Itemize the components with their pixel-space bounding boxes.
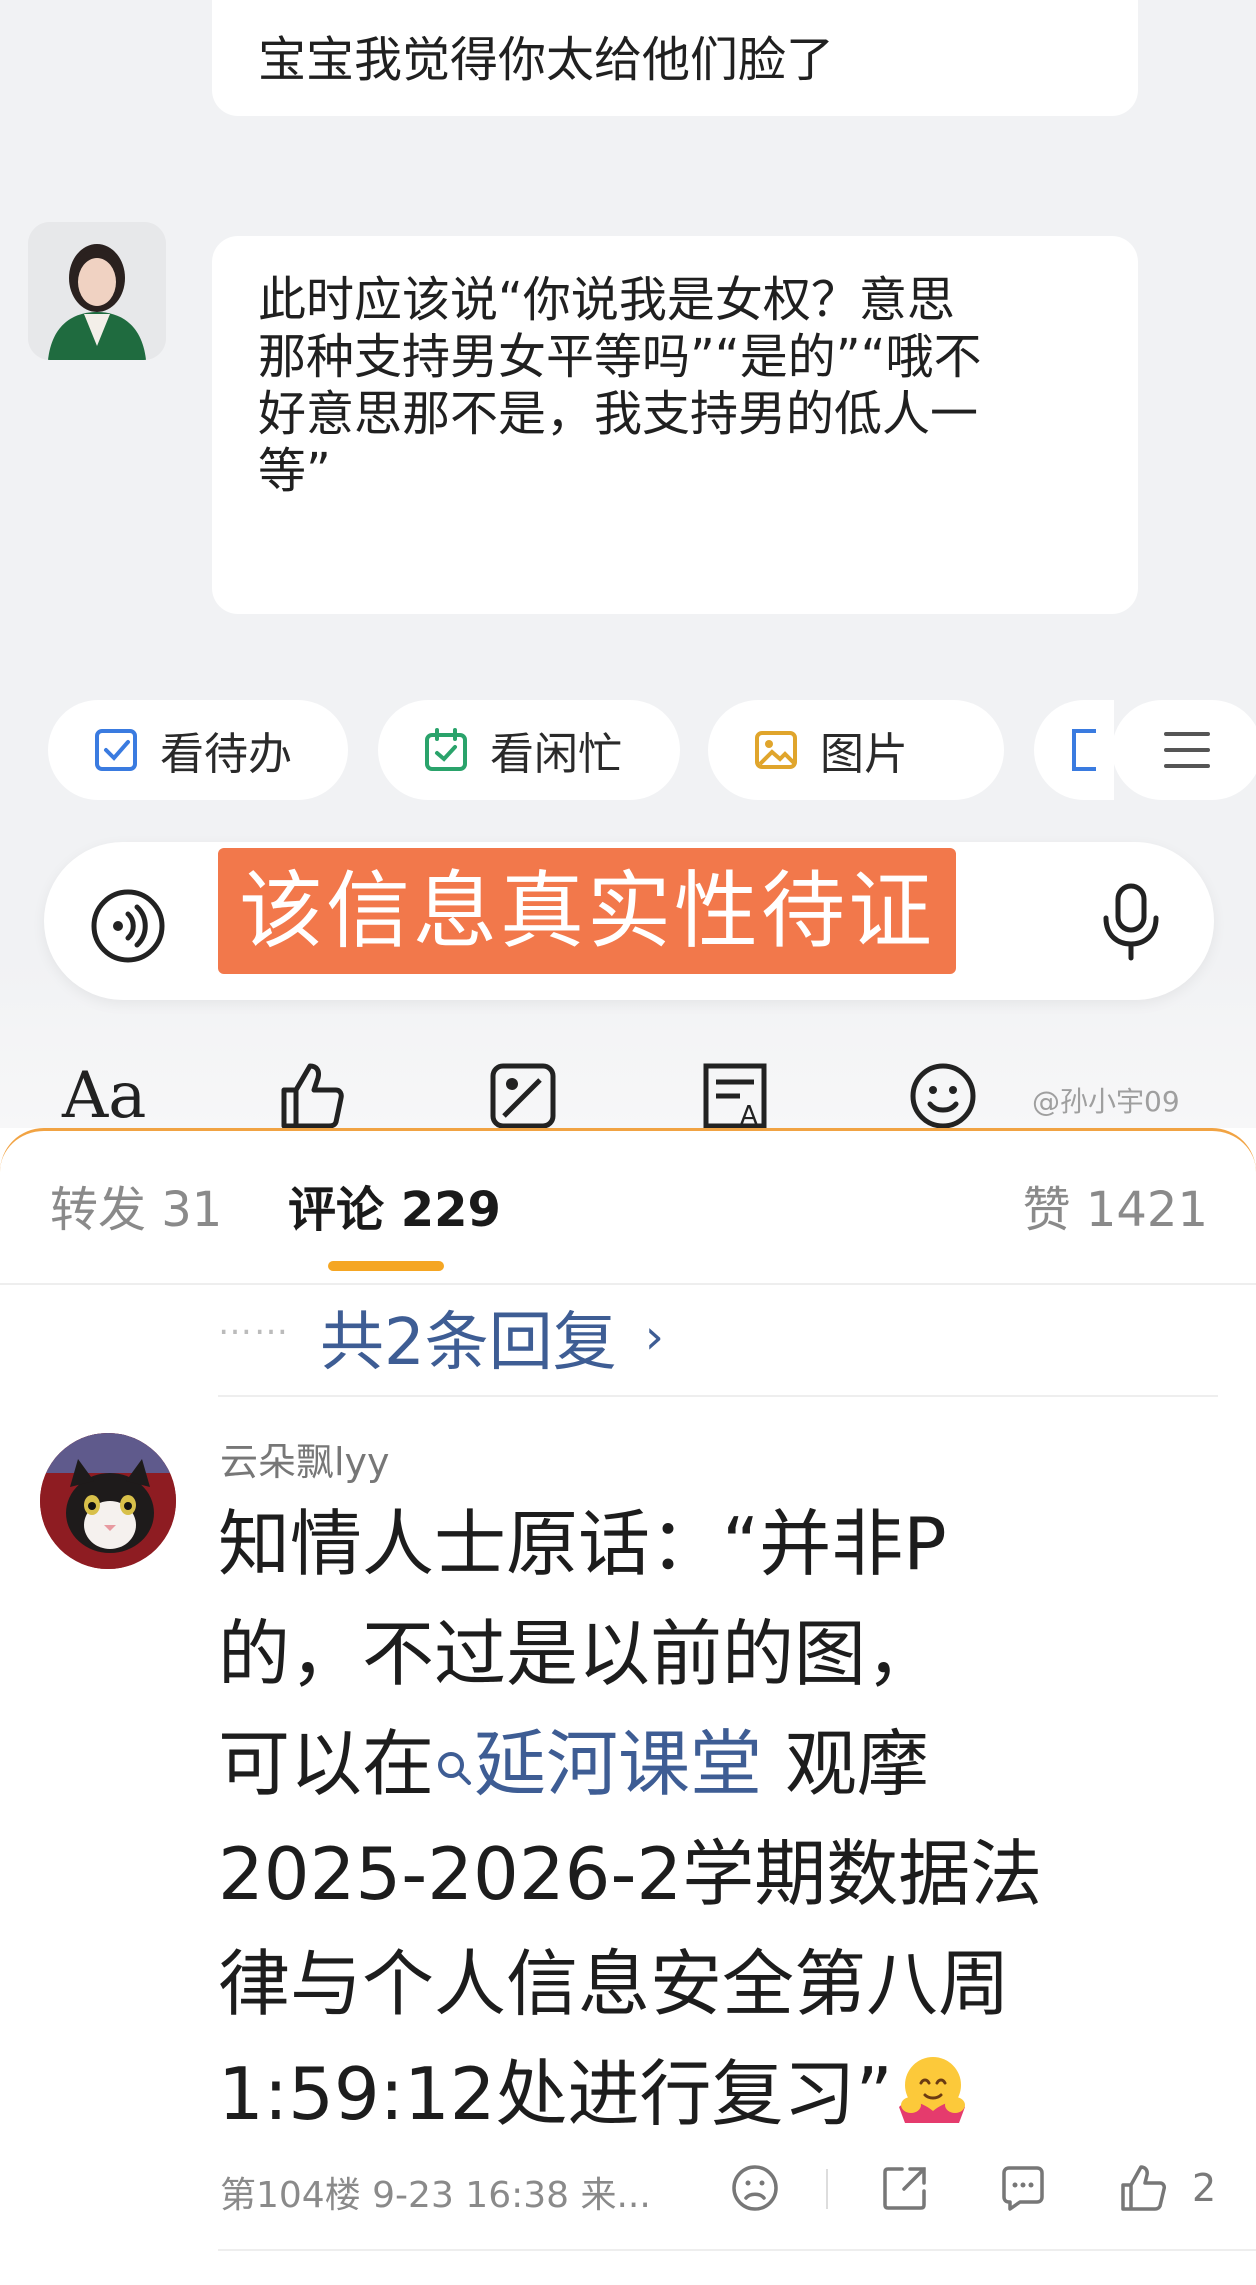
search-icon — [438, 1752, 472, 1785]
comment-text-fragment: 观摩 — [762, 1722, 929, 1806]
comment-line: 1:59:12处进行复习” — [218, 2039, 1218, 2149]
chip-todo[interactable]: 看待办 — [48, 700, 348, 800]
tab-like[interactable]: 赞 1421 — [1023, 1181, 1208, 1239]
comment-text-fragment: 1:59:12处进行复习” — [218, 2052, 893, 2136]
tab-bar: 转发 31 评论 229 赞 1421 — [0, 1131, 1256, 1285]
chat-bubble-text: 宝宝我觉得你太给他们脸了 — [258, 32, 835, 88]
divider — [218, 1395, 1218, 1397]
chevron-right-icon: › — [644, 1309, 664, 1365]
comment-meta: 第104楼 9-23 16:38 来... — [220, 2175, 651, 2216]
voice-icon[interactable] — [90, 888, 166, 964]
watermark: @孙小宇09 — [1032, 1085, 1180, 1118]
comment-line: 的，不过是以前的图， — [218, 1612, 939, 1696]
comment-line: 知情人士原话：“并非P — [218, 1502, 947, 1586]
menu-icon — [1164, 732, 1210, 768]
image-icon — [755, 731, 797, 769]
dislike-face-icon[interactable] — [730, 2163, 780, 2213]
quick-action-chips: 看待办 看闲忙 图片 — [48, 700, 1256, 800]
comment-text: 知情人士原话：“并非P 的，不过是以前的图， 可以在 延河课堂 观摩 2025-2… — [218, 1489, 1218, 2149]
text-scan-icon[interactable]: A — [700, 1060, 770, 1128]
search-link[interactable]: 延河课堂 — [434, 1722, 762, 1806]
thumb-up-icon[interactable] — [276, 1060, 346, 1128]
chat-screenshot: 宝宝我觉得你太给他们脸了 此时应该说“你说我是女权？意思 那种支持男女平等吗”“… — [0, 0, 1256, 1128]
chat-line-1: 此时应该说“你说我是女权？意思 — [258, 272, 955, 328]
chip-partial[interactable] — [1034, 700, 1114, 800]
authenticity-warning-label: 该信息真实性待证 — [218, 848, 956, 974]
chat-line-4: 等” — [258, 443, 331, 499]
avatar[interactable] — [40, 1433, 176, 1569]
active-tab-indicator — [328, 1261, 444, 1271]
view-replies-link[interactable]: …… 共2条回复 › — [218, 1297, 664, 1380]
comment-line: 律与个人信息安全第八周 — [218, 1942, 1011, 2026]
divider — [826, 2169, 828, 2209]
comment-username[interactable]: 云朵飘lyy — [220, 1431, 390, 1486]
replies-dots: …… — [218, 1303, 290, 1343]
calendar-check-icon — [425, 728, 467, 771]
chip-picture-label: 图片 — [820, 729, 908, 780]
svg-text:A: A — [740, 1101, 758, 1128]
emoji-icon[interactable] — [908, 1060, 978, 1128]
checkbox-icon — [95, 729, 137, 771]
edit-image-icon[interactable] — [488, 1060, 558, 1128]
hug-emoji-icon — [898, 2057, 965, 2123]
chip-busy-label: 看闲忙 — [490, 729, 622, 780]
font-size-button[interactable]: Aa — [62, 1060, 146, 1128]
chat-line-3: 好意思那不是，我支持男的低人一 — [258, 386, 979, 442]
replies-count: 共2条回复 — [320, 1306, 617, 1380]
comment-panel: 转发 31 评论 229 赞 1421 …… 共2条回复 › 云朵飘lyy 知情… — [0, 1128, 1256, 2285]
tab-comment[interactable]: 评论 229 — [288, 1181, 501, 1239]
comment-icon[interactable] — [998, 2163, 1048, 2213]
search-link-text: 延河课堂 — [474, 1722, 763, 1806]
mic-icon[interactable] — [1096, 882, 1166, 962]
comment-line: 可以在 延河课堂 观摩 — [218, 1709, 1218, 1819]
like-count: 2 — [1192, 2166, 1217, 2210]
tab-repost[interactable]: 转发 31 — [50, 1181, 222, 1239]
chip-more[interactable] — [1112, 700, 1256, 800]
chat-bubble-previous: 宝宝我觉得你太给他们脸了 — [212, 0, 1138, 116]
thumb-up-icon[interactable] — [1118, 2163, 1168, 2213]
chat-bubble-reply: 此时应该说“你说我是女权？意思 那种支持男女平等吗”“是的”“哦不 好意思那不是… — [212, 236, 1138, 614]
chip-busy[interactable]: 看闲忙 — [378, 700, 680, 800]
chip-picture[interactable]: 图片 — [708, 700, 1004, 800]
divider — [218, 2249, 1256, 2251]
chat-avatar — [28, 222, 166, 360]
chat-line-2: 那种支持男女平等吗”“是的”“哦不 — [258, 329, 982, 385]
share-icon[interactable] — [880, 2163, 930, 2213]
comment-line: 2025-2026-2学期数据法 — [218, 1832, 1043, 1916]
chip-todo-label: 看待办 — [160, 729, 292, 780]
comment-text-fragment: 可以在 — [218, 1722, 435, 1806]
